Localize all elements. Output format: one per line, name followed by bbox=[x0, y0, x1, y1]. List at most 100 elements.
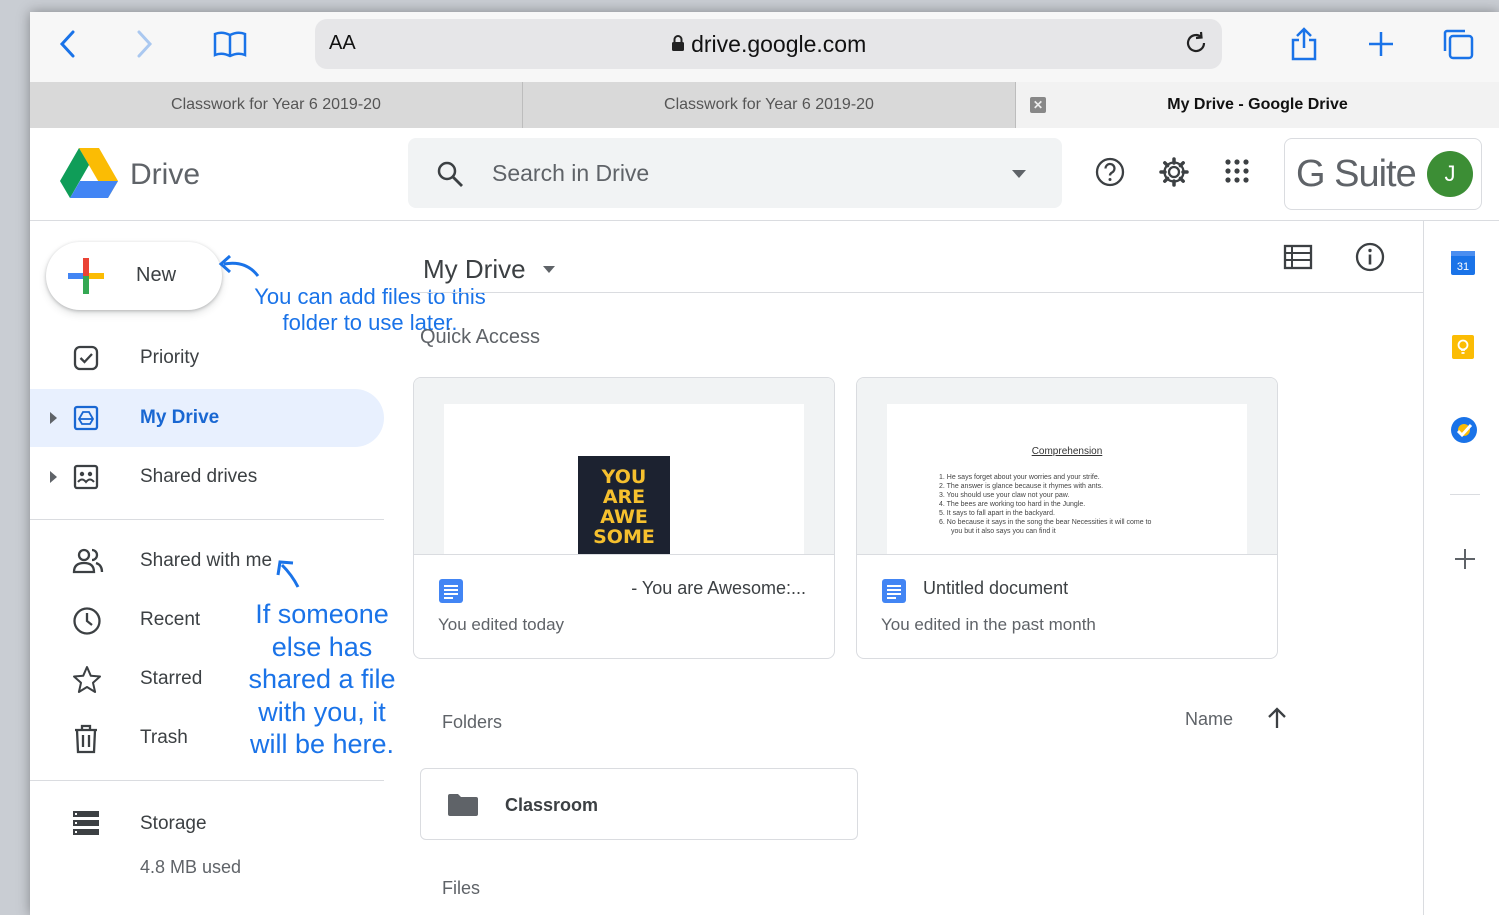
sidebar-item-label: My Drive bbox=[140, 407, 220, 428]
colorful-plus-icon bbox=[66, 256, 106, 301]
doc-preview-line: you but it also says you can find it bbox=[951, 528, 1056, 535]
folder-name: Classroom bbox=[505, 795, 599, 815]
storage-used-text: 4.8 MB used bbox=[140, 857, 242, 877]
file-thumbnail: Comprehension 1. He says forget about yo… bbox=[857, 378, 1277, 555]
tab-title: My Drive - Google Drive bbox=[1167, 96, 1348, 113]
address-bar[interactable]: AA drive.google.com bbox=[315, 19, 1222, 69]
list-view-icon[interactable] bbox=[1283, 244, 1313, 275]
sidebar-item-storage[interactable]: Storage bbox=[30, 795, 384, 853]
file-activity: You edited today bbox=[438, 615, 565, 634]
get-add-ons-plus-icon[interactable] bbox=[1454, 548, 1476, 575]
new-tab-icon[interactable] bbox=[1363, 26, 1399, 62]
doc-preview-line: 4. The bees are working too hard in the … bbox=[939, 501, 1086, 508]
sidebar-item-label: Priority bbox=[140, 347, 200, 368]
my-drive-icon bbox=[72, 404, 100, 437]
thumbnail-page: YOU ARE AWE SOME bbox=[444, 404, 804, 554]
storage-icon bbox=[72, 810, 100, 841]
search-input[interactable]: Search in Drive bbox=[492, 160, 649, 187]
drive-logo-icon[interactable] bbox=[60, 148, 118, 203]
expand-arrow-icon[interactable] bbox=[50, 471, 57, 483]
keep-icon[interactable] bbox=[1450, 334, 1476, 365]
side-panel-divider bbox=[1423, 220, 1424, 915]
title-dropdown-icon[interactable] bbox=[543, 266, 555, 273]
quick-access-card[interactable]: Comprehension 1. He says forget about yo… bbox=[856, 377, 1278, 659]
tab-title: Classwork for Year 6 2019-20 bbox=[171, 96, 381, 113]
sort-ascending-icon[interactable] bbox=[1266, 706, 1288, 735]
sidebar-item-shared-with-me[interactable]: Shared with me bbox=[30, 532, 384, 590]
sidebar-divider bbox=[30, 519, 384, 520]
doc-preview-title: Comprehension bbox=[1031, 446, 1103, 457]
doc-preview-line: 6. No because it says in the song the be… bbox=[939, 519, 1152, 526]
book-cover-image: YOU ARE AWE SOME bbox=[578, 456, 670, 554]
folder-item[interactable]: Classroom bbox=[420, 768, 858, 840]
sidebar-item-label: Storage bbox=[140, 813, 207, 834]
page-title[interactable]: My Drive bbox=[423, 254, 526, 285]
annotation-shared-note: If someone else has shared a file with y… bbox=[248, 599, 396, 759]
apps-grid-icon[interactable] bbox=[1222, 156, 1252, 191]
folders-label: Folders bbox=[442, 712, 503, 732]
search-options-dropdown-icon[interactable] bbox=[1012, 170, 1026, 178]
annotation-arrow-icon bbox=[216, 252, 262, 287]
sort-by-name-button[interactable]: Name bbox=[1185, 709, 1233, 730]
sidebar-item-priority[interactable]: Priority bbox=[30, 329, 384, 387]
url-display[interactable]: drive.google.com bbox=[315, 31, 1222, 58]
sidebar-item-label: Recent bbox=[140, 609, 201, 630]
file-activity: You edited in the past month bbox=[881, 615, 1096, 634]
google-docs-icon bbox=[438, 578, 464, 609]
trash-icon bbox=[72, 724, 100, 759]
browser-tab-strip: Classwork for Year 6 2019-20 Classwork f… bbox=[30, 82, 1499, 129]
search-bar[interactable]: Search in Drive bbox=[408, 138, 1062, 208]
help-icon[interactable] bbox=[1094, 156, 1126, 193]
file-name: - You are Awesome:... bbox=[631, 578, 806, 598]
close-tab-icon[interactable]: ✕ bbox=[1030, 97, 1046, 113]
info-icon[interactable] bbox=[1354, 241, 1386, 278]
calendar-icon[interactable]: 31 bbox=[1450, 250, 1476, 281]
sidebar-item-shared-drives[interactable]: Shared drives bbox=[30, 448, 384, 506]
files-label: Files bbox=[442, 878, 481, 898]
doc-preview-line: 3. You should use your claw not your paw… bbox=[939, 492, 1070, 499]
browser-tab-classwork-2[interactable]: Classwork for Year 6 2019-20 bbox=[523, 82, 1016, 128]
book-cover-text: YOU bbox=[601, 466, 647, 488]
book-cover-text: ARE bbox=[602, 486, 646, 508]
shared-drives-icon bbox=[72, 463, 100, 496]
doc-preview-line: 1. He says forget about your worries and… bbox=[939, 474, 1100, 481]
ipad-screen: AA drive.google.com Classwork for Year 6… bbox=[30, 12, 1499, 915]
forward-icon[interactable] bbox=[126, 26, 162, 62]
shared-with-me-icon bbox=[72, 547, 104, 580]
browser-tab-my-drive[interactable]: ✕ My Drive - Google Drive bbox=[1016, 82, 1499, 128]
new-button[interactable]: New bbox=[46, 242, 222, 310]
bookmarks-icon[interactable] bbox=[212, 26, 248, 62]
sidebar-item-label: Trash bbox=[140, 727, 188, 748]
annotation-arrow-icon bbox=[274, 557, 304, 596]
sidebar-item-label: Shared drives bbox=[140, 466, 258, 487]
browser-tab-classwork-1[interactable]: Classwork for Year 6 2019-20 bbox=[30, 82, 523, 128]
folder-icon bbox=[447, 793, 479, 822]
tab-title: Classwork for Year 6 2019-20 bbox=[664, 96, 874, 113]
new-button-label: New bbox=[136, 264, 177, 286]
doc-preview-line: 5. It says to fall apart in the backyard… bbox=[939, 510, 1055, 517]
lock-icon bbox=[671, 31, 691, 57]
file-thumbnail: YOU ARE AWE SOME bbox=[414, 378, 834, 555]
expand-arrow-icon[interactable] bbox=[50, 412, 57, 424]
gsuite-logo: G Suite bbox=[1296, 153, 1417, 195]
svg-text:31: 31 bbox=[1457, 261, 1469, 273]
tabs-overview-icon[interactable] bbox=[1440, 26, 1476, 62]
sidebar-item-my-drive[interactable]: My Drive bbox=[30, 389, 384, 447]
thumbnail-page: Comprehension 1. He says forget about yo… bbox=[887, 404, 1247, 554]
share-icon[interactable] bbox=[1286, 26, 1322, 62]
back-icon[interactable] bbox=[50, 26, 86, 62]
avatar[interactable]: J bbox=[1427, 151, 1473, 197]
search-icon[interactable] bbox=[436, 160, 464, 193]
clock-icon bbox=[72, 606, 102, 641]
app-name: Drive bbox=[130, 158, 201, 191]
settings-gear-icon[interactable] bbox=[1158, 156, 1190, 193]
doc-preview-line: 2. The answer is glance because it rhyme… bbox=[939, 483, 1104, 490]
quick-access-card[interactable]: YOU ARE AWE SOME - You are Awesome:... Y… bbox=[413, 377, 835, 659]
gsuite-account-box[interactable]: G Suite J bbox=[1284, 138, 1482, 210]
reload-icon[interactable] bbox=[1182, 29, 1210, 62]
google-docs-icon bbox=[881, 578, 907, 609]
priority-icon bbox=[72, 344, 100, 377]
sidebar-item-label: Shared with me bbox=[140, 550, 273, 571]
tasks-icon[interactable] bbox=[1450, 416, 1478, 449]
url-text: drive.google.com bbox=[691, 31, 867, 57]
